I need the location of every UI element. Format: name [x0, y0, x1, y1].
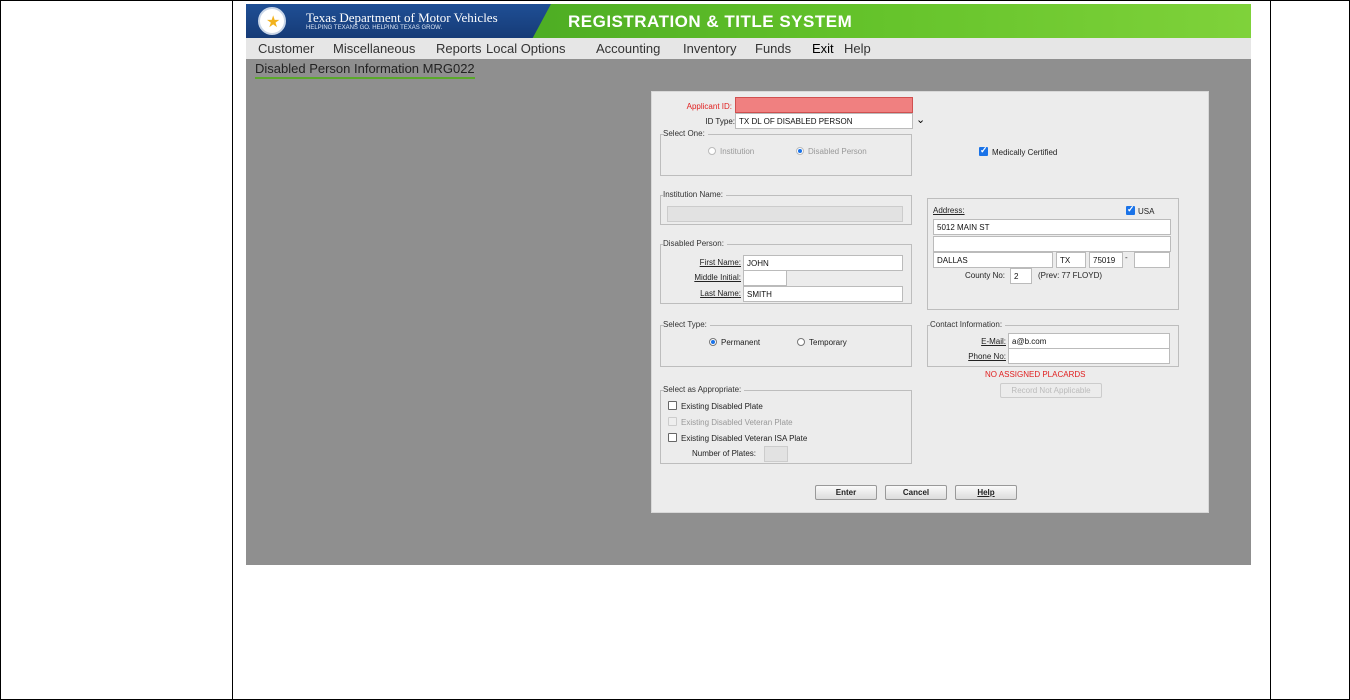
record-not-applicable-button[interactable]: Record Not Applicable — [1000, 383, 1102, 398]
institution-radio[interactable] — [708, 147, 716, 155]
phone-label: Phone No: — [968, 352, 1006, 361]
zip-ext-input[interactable] — [1134, 252, 1170, 268]
last-name-label: Last Name: — [700, 289, 741, 298]
id-type-select[interactable]: TX DL OF DISABLED PERSON — [735, 113, 913, 129]
menu-accounting[interactable]: Accounting — [596, 41, 660, 56]
temporary-label: Temporary — [809, 338, 847, 347]
system-title: REGISTRATION & TITLE SYSTEM — [568, 12, 853, 31]
address-line1-input[interactable]: 5012 MAIN ST — [933, 219, 1171, 235]
txdmv-logo: ★ — [258, 7, 286, 35]
applicant-id-input[interactable] — [735, 97, 913, 113]
medically-certified-label: Medically Certified — [992, 148, 1058, 157]
menu-miscellaneous[interactable]: Miscellaneous — [333, 41, 415, 56]
select-appropriate-group: Select as Appropriate: Existing Disabled… — [660, 385, 912, 464]
existing-disabled-plate-label: Existing Disabled Plate — [681, 402, 763, 411]
star-icon: ★ — [266, 14, 281, 31]
menu-help[interactable]: Help — [844, 41, 871, 56]
agency-name: Texas Department of Motor Vehicles — [306, 10, 498, 25]
institution-radio-label: Institution — [720, 147, 755, 156]
existing-disabled-veteran-isa-plate-checkbox[interactable] — [668, 433, 677, 442]
select-type-group: Select Type: Permanent Temporary — [660, 320, 912, 367]
permanent-label: Permanent — [721, 338, 761, 347]
select-one-title: Select One: — [663, 129, 708, 138]
app-window: ★ Texas Department of Motor Vehicles HEL… — [246, 4, 1251, 565]
menu-inventory[interactable]: Inventory — [683, 41, 736, 56]
help-button[interactable]: Help — [955, 485, 1017, 500]
menu-reports[interactable]: Reports — [436, 41, 482, 56]
zip-input[interactable]: 75019 — [1089, 252, 1123, 268]
disabled-person-radio[interactable] — [796, 147, 804, 155]
existing-disabled-plate-checkbox[interactable] — [668, 401, 677, 410]
usa-label: USA — [1138, 207, 1155, 216]
disabled-person-radio-label: Disabled Person — [808, 147, 867, 156]
right-divider — [1270, 0, 1271, 700]
menu-exit[interactable]: Exit — [812, 41, 834, 56]
menu-bar: Customer Miscellaneous Reports Local Opt… — [246, 38, 1251, 59]
institution-name-group: Institution Name: — [660, 190, 912, 225]
select-type-title: Select Type: — [663, 320, 710, 329]
cancel-button[interactable]: Cancel — [885, 485, 947, 500]
enter-button[interactable]: Enter — [815, 485, 877, 500]
existing-disabled-veteran-plate-checkbox[interactable] — [668, 417, 677, 426]
menu-customer[interactable]: Customer — [258, 41, 314, 56]
medically-certified-checkbox[interactable] — [979, 145, 988, 156]
agency-banner: ★ Texas Department of Motor Vehicles HEL… — [246, 4, 551, 38]
id-type-label: ID Type: — [705, 117, 735, 126]
screen-title: Disabled Person Information MRG022 — [255, 61, 475, 79]
disabled-person-dialog: Applicant ID: ID Type: TX DL OF DISABLED… — [651, 91, 1209, 513]
contact-group: Contact Information: E-Mail: a@b.com Pho… — [927, 320, 1179, 367]
agency-tagline: HELPING TEXANS GO. HELPING TEXAS GROW. — [306, 25, 443, 31]
existing-disabled-veteran-isa-plate-label: Existing Disabled Veteran ISA Plate — [681, 434, 808, 443]
city-input[interactable]: DALLAS — [933, 252, 1053, 268]
contact-title: Contact Information: — [930, 320, 1006, 329]
county-input[interactable]: 2 — [1010, 268, 1032, 284]
select-appropriate-title: Select as Appropriate: — [663, 385, 745, 394]
county-label: County No: — [965, 271, 1006, 280]
disabled-person-title: Disabled Person: — [663, 239, 727, 248]
email-label: E-Mail: — [981, 337, 1006, 346]
usa-checkbox[interactable] — [1126, 204, 1135, 215]
phone-input[interactable] — [1008, 348, 1170, 364]
permanent-radio[interactable] — [709, 338, 717, 346]
number-of-plates-label: Number of Plates: — [692, 449, 757, 458]
state-input[interactable]: TX — [1056, 252, 1086, 268]
institution-name-title: Institution Name: — [663, 190, 727, 199]
applicant-id-label: Applicant ID: — [686, 102, 732, 111]
menu-funds[interactable]: Funds — [755, 41, 791, 56]
address-group: Address: USA 5012 MAIN ST DALLAS TX 7501… — [927, 198, 1179, 310]
disabled-person-group: Disabled Person: First Name: JOHN Middle… — [660, 239, 912, 304]
temporary-radio[interactable] — [797, 338, 805, 346]
menu-local-options[interactable]: Local Options — [486, 41, 566, 56]
address-label: Address: — [933, 206, 965, 215]
zip-separator: - — [1125, 253, 1128, 262]
institution-name-input[interactable] — [667, 206, 903, 222]
select-one-group: Select One: Institution Disabled Person — [660, 129, 912, 176]
no-placards-message: NO ASSIGNED PLACARDS — [985, 370, 1086, 379]
existing-disabled-veteran-plate-label: Existing Disabled Veteran Plate — [681, 418, 793, 427]
header-banner: ★ Texas Department of Motor Vehicles HEL… — [246, 4, 1251, 38]
number-of-plates-input[interactable] — [764, 446, 788, 462]
first-name-input[interactable]: JOHN — [743, 255, 903, 271]
prev-county-text: (Prev: 77 FLOYD) — [1038, 271, 1103, 280]
middle-initial-label: Middle Initial: — [694, 273, 741, 282]
chevron-down-icon[interactable]: ⌄ — [916, 113, 925, 126]
first-name-label: First Name: — [699, 258, 741, 267]
left-divider — [232, 0, 233, 700]
middle-initial-input[interactable] — [743, 270, 787, 286]
address-line2-input[interactable] — [933, 236, 1171, 252]
email-input[interactable]: a@b.com — [1008, 333, 1170, 349]
last-name-input[interactable]: SMITH — [743, 286, 903, 302]
